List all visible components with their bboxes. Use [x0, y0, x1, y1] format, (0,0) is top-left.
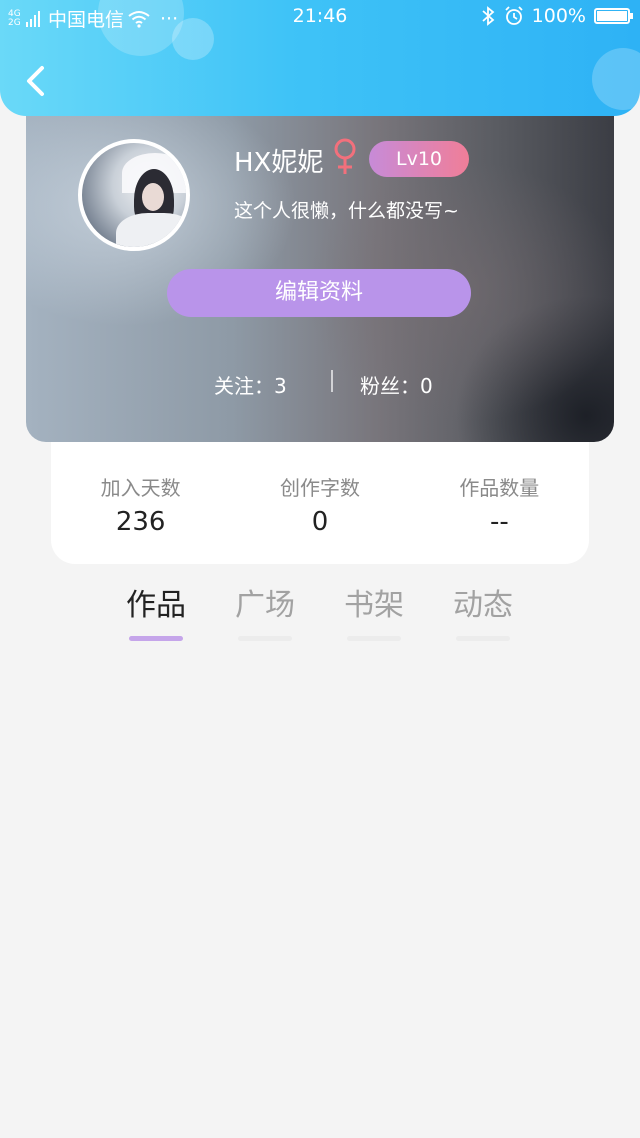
avatar[interactable]	[78, 139, 190, 251]
tab-works[interactable]: 作品	[101, 580, 211, 641]
edit-profile-button[interactable]: 编辑资料	[167, 269, 471, 317]
tab-underline	[129, 636, 183, 641]
female-gender-icon	[334, 138, 356, 174]
tab-activity[interactable]: 动态	[428, 580, 538, 641]
tab-underline	[347, 636, 401, 641]
tab-label: 广场	[235, 588, 295, 623]
tab-label: 书架	[344, 588, 404, 623]
stat-join-days: 加入天数 236	[51, 442, 230, 564]
bio-text: 这个人很懒，什么都没写~	[234, 200, 459, 222]
stat-value: --	[489, 507, 509, 537]
level-badge: Lv10	[369, 141, 469, 177]
stat-value: 236	[115, 507, 166, 537]
tab-square[interactable]: 广场	[210, 580, 320, 641]
divider	[331, 370, 333, 392]
battery-icon	[594, 8, 633, 24]
back-arrow-icon[interactable]	[20, 62, 52, 100]
tab-underline	[238, 636, 292, 641]
stat-label: 作品数量	[459, 476, 540, 500]
decor-bubble	[592, 48, 640, 110]
username: HX妮妮	[234, 148, 324, 178]
status-bar: 4G 2G 中国电信 ··· 21:46 100%	[0, 0, 640, 34]
profile-card: HX妮妮 Lv10 这个人很懒，什么都没写~ 编辑资料 关注：3 粉丝：0	[26, 116, 614, 442]
content-tabs: 作品 广场 书架 动态	[0, 580, 640, 650]
tab-label: 作品	[126, 588, 186, 623]
stat-value: 0	[311, 507, 329, 537]
stat-works-count: 作品数量 --	[410, 442, 589, 564]
bluetooth-icon	[482, 6, 495, 26]
tab-label: 动态	[453, 588, 513, 623]
battery-percent: 100%	[531, 5, 586, 27]
stat-label: 创作字数	[279, 476, 360, 500]
following-count[interactable]: 关注：3	[214, 370, 287, 399]
stat-label: 加入天数	[100, 476, 181, 500]
stat-word-count: 创作字数 0	[230, 442, 409, 564]
tab-underline	[456, 636, 510, 641]
tab-bookshelf[interactable]: 书架	[319, 580, 429, 641]
alarm-icon	[505, 6, 523, 25]
top-header: 4G 2G 中国电信 ··· 21:46 100%	[0, 0, 640, 116]
fans-count[interactable]: 粉丝：0	[360, 370, 433, 399]
stats-panel: 加入天数 236 创作字数 0 作品数量 --	[51, 442, 589, 564]
